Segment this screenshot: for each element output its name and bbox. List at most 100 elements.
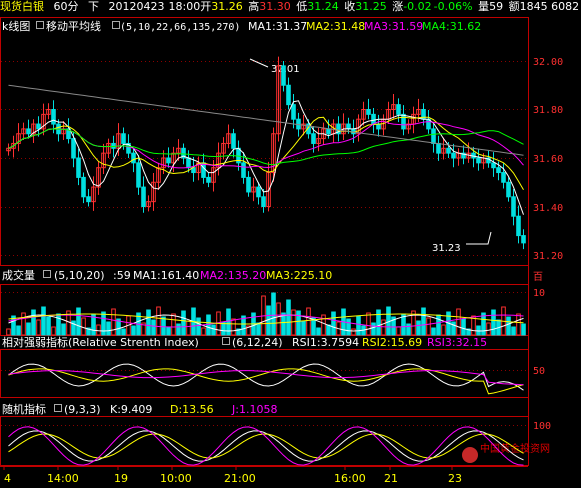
rsi-ytick: 50 [533,366,545,377]
candle-body [366,109,371,115]
volume-settings-button[interactable] [43,270,51,278]
candle-body [311,133,316,144]
candle-body [141,186,146,208]
volume-bar [306,307,311,336]
volume-bar [151,319,156,336]
volume-bar [76,307,81,336]
volume-bar [91,314,96,336]
volume-bar [521,323,526,336]
candle-body [286,84,291,106]
ma-params: (5,10,22,66,135,270) [120,22,240,33]
main-panel-frame [0,17,529,266]
candle-body [281,65,286,86]
candle-body [206,176,211,183]
volume-bar [296,310,301,336]
candle-body [431,128,436,144]
volume-bar [56,313,61,336]
candle-body [396,104,401,115]
candle-body [496,167,501,174]
kdj-k: K:9.409 [110,403,152,416]
rsi-settings-button[interactable] [222,337,230,345]
xtick-5: 16:00 [334,472,366,485]
candle-body [246,176,251,193]
volume-bar [451,321,456,336]
volume-bar [61,323,66,336]
candle-body [201,162,206,178]
kdj-indicator-name[interactable]: 随机指标 [2,402,46,416]
volume-bar [351,328,356,336]
ma-params-button[interactable] [112,21,120,29]
volume-bar [51,326,56,336]
chart-canvas[interactable]: 32.00 31.80 31.60 31.40 31.20 百 10 50 10… [0,0,581,488]
volume-bar [416,320,421,336]
volume-bar [271,292,276,336]
volume-bar [406,323,411,336]
ma-settings-button[interactable] [36,21,44,29]
xtick-0: 4 [4,472,11,485]
candle-body [131,152,136,164]
volume-bar [436,314,441,336]
xtick-7: 23 [448,472,462,485]
candle-body [376,123,381,130]
candle-body [506,181,511,198]
volume-bar [311,317,316,336]
tab-kline[interactable]: k线图 [2,19,30,33]
volume-bar [516,313,521,336]
volume-bar [421,307,426,336]
volume-bar [196,317,201,336]
volume-bar [276,302,281,336]
kdj-d: D:13.56 [170,403,214,416]
rsi1-value: RSI1:3.7594 [292,336,359,349]
volume-ma3: MA3:225.10 [266,269,332,282]
volume-bar [6,328,11,336]
volume-indicator-name[interactable]: 成交量 [2,268,35,282]
rsi3-value: RSI3:32.15 [427,336,487,349]
volume-bar [426,317,431,336]
volume-bar [301,320,306,336]
candle-body [26,128,31,135]
volume-bar [486,322,491,336]
candle-body [326,128,331,135]
xtick-1: 14:00 [47,472,79,485]
low-annotation: 31.23 [432,243,461,254]
candle-body [501,172,506,183]
ma3-value: MA3:31.59 [364,20,423,33]
candle-body [166,157,171,164]
candle-body [351,128,356,135]
candle-body [451,152,456,159]
volume-bar [381,319,386,336]
ma4-value: MA4:31.62 [422,20,481,33]
high-annot-line [249,58,269,68]
volume-bar [346,318,351,336]
ytick-4: 31.20 [533,251,563,262]
volume-bar [291,309,296,336]
volume-bar [506,316,511,336]
watermark: 中国黄金投资网 [462,442,550,463]
candle-body [521,235,526,244]
xtick-3: 10:00 [160,472,192,485]
volume-bar [366,312,371,336]
volume-bar [46,316,51,336]
volume-bar [231,318,236,336]
volume-bar [286,299,291,336]
volume-bar [491,309,496,336]
ytick-3: 31.40 [533,203,563,214]
kdj-settings-button[interactable] [54,404,62,412]
rsi1-line [8,363,524,391]
volume-bar [371,322,376,336]
ma1-line [8,100,524,215]
candle-body [71,138,76,159]
ma2-value: MA2:31.48 [306,20,365,33]
candle-body [491,162,496,169]
volume-params: (5,10,20) [54,269,105,282]
volume-bar [181,310,186,336]
candle-body [81,176,86,198]
candle-body [36,123,41,130]
volume-bar [326,324,331,336]
kdj-params: (9,3,3) [64,403,101,416]
candle-body [401,113,406,130]
rsi-indicator-name[interactable]: 相对强弱指标(Relative Strenth Index) [2,335,199,349]
vol-unit: 百 [533,271,543,283]
kdj-j-line [8,426,524,466]
ma-indicator-name[interactable]: 移动平均线 [46,19,101,33]
